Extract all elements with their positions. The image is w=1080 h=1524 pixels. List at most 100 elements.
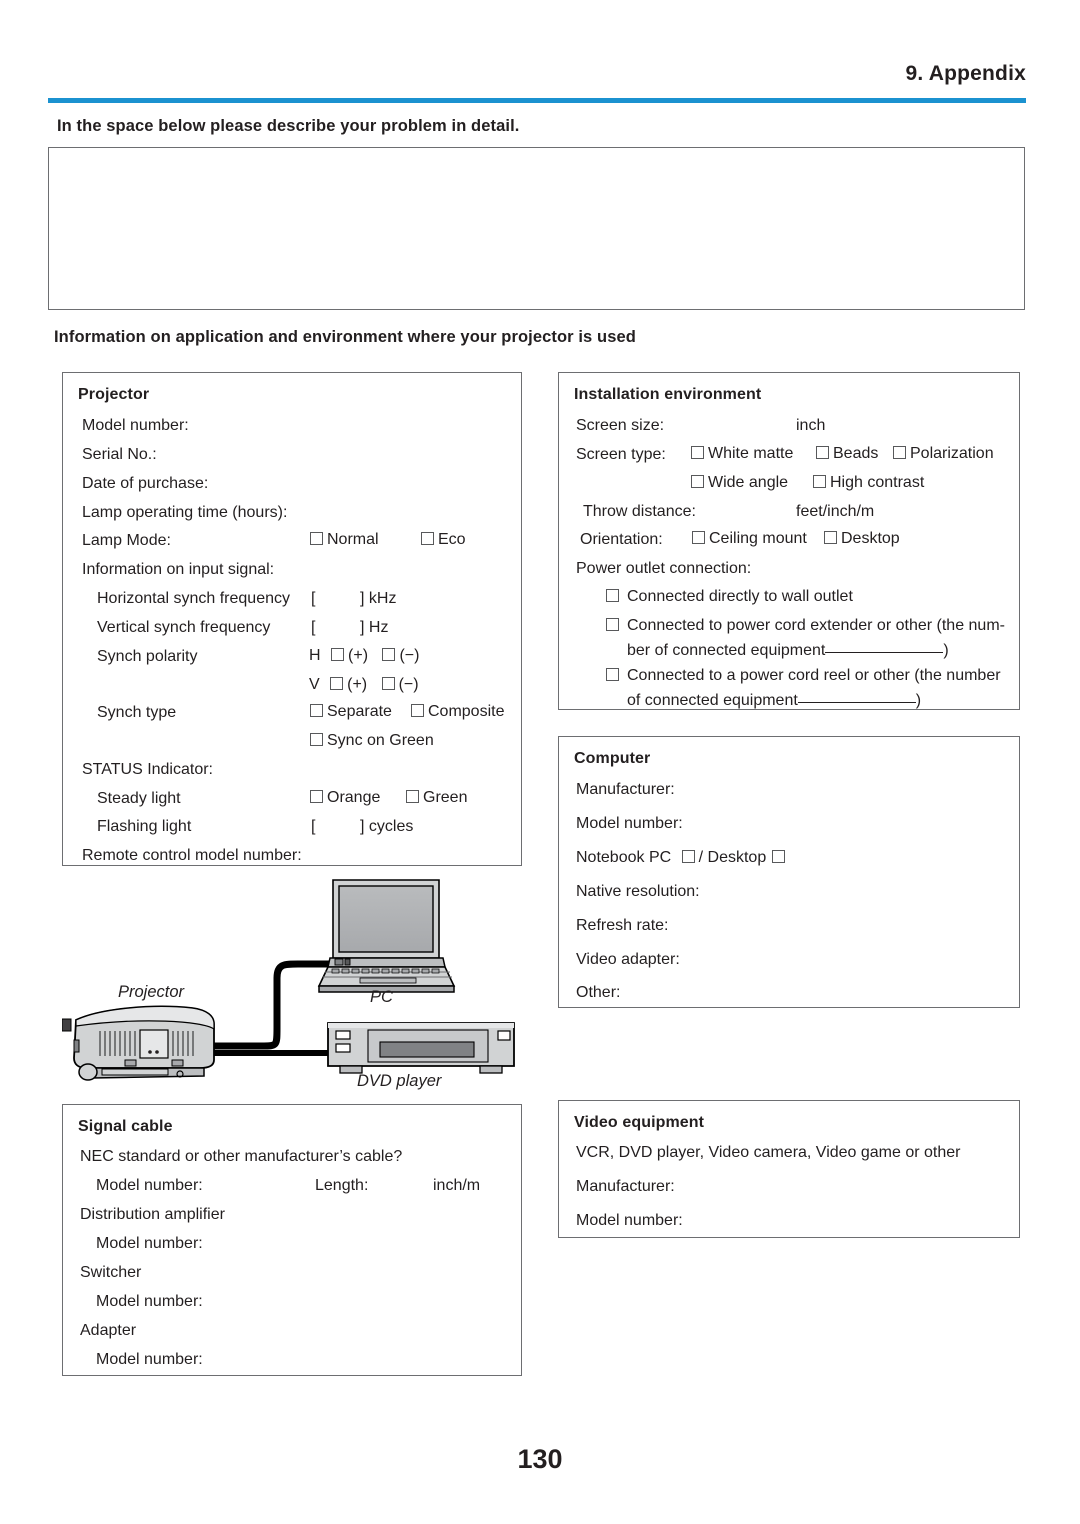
checkbox-icon[interactable] [310,790,323,803]
checkbox-icon[interactable] [421,532,434,545]
power-cord-reel-label-line2: of connected equipment [627,692,798,709]
projector-model-number-label: Model number: [82,417,189,434]
checkbox-icon[interactable] [331,648,345,661]
checkbox-icon[interactable] [606,589,619,602]
signal-cable-section: Signal cable NEC standard or other manuf… [62,1104,522,1376]
steady-light-green-checkbox[interactable]: Green [406,790,467,806]
checkbox-icon[interactable] [406,790,419,803]
projector-title: Projector [78,386,150,403]
lamp-mode-eco-checkbox[interactable]: Eco [421,532,466,548]
synch-type-sync-on-green-checkbox[interactable]: Sync on Green [310,733,434,749]
synch-type-label: Synch type [97,704,177,721]
checkbox-icon[interactable] [382,648,396,661]
computer-type-row[interactable]: Notebook PC / Desktop [576,850,789,866]
signal-model-number-3-label: Model number: [96,1293,203,1310]
checkbox-icon[interactable] [692,531,705,544]
checkbox-icon[interactable] [824,531,837,544]
signal-model-number-1-label: Model number: [96,1177,203,1194]
computer-title: Computer [574,750,651,767]
synch-type-composite-checkbox[interactable]: Composite [411,704,504,720]
status-indicator-label: STATUS Indicator: [82,761,213,778]
video-equipment-model-number-label: Model number: [576,1212,683,1229]
signal-cable-title: Signal cable [78,1118,173,1135]
orientation-desktop-checkbox[interactable]: Desktop [824,531,900,547]
desktop-label: / Desktop [698,849,767,866]
v-synch-unit: ] Hz [360,619,389,636]
signal-length-unit: inch/m [433,1177,481,1194]
orientation-ceiling-mount-checkbox[interactable]: Ceiling mount [692,531,807,547]
diagram-pc-label: PC [370,988,393,1006]
synch-polarity-label: Synch polarity [97,648,198,665]
screen-type-high-contrast-checkbox[interactable]: High contrast [813,475,924,491]
synch-polarity-h-row[interactable]: H (+) (−) [309,648,419,664]
problem-description-textarea[interactable] [48,147,1025,310]
power-wall-outlet-label: Connected directly to wall outlet [627,588,853,605]
synch-polarity-v-row[interactable]: V (+) (−) [309,677,419,693]
steady-light-orange-label: Orange [327,789,381,806]
flashing-light-label: Flashing light [97,818,192,835]
checkbox-icon[interactable] [310,704,323,717]
checkbox-icon[interactable] [772,850,786,863]
power-cord-extender-label-line1: Connected to power cord extender or othe… [627,617,1005,634]
v-synch-bracket: [ [311,619,316,636]
notebook-pc-label: Notebook PC [576,849,672,866]
screen-size-unit: inch [796,417,826,434]
h-synch-label: Horizontal synch frequency [97,590,290,607]
checkbox-icon[interactable] [310,733,323,746]
pc-laptop-illustration [317,879,456,993]
signal-model-number-2-label: Model number: [96,1235,203,1252]
checkbox-icon[interactable] [330,677,344,690]
power-cord-reel-checkbox[interactable]: Connected to a power cord reel or other … [606,668,1001,684]
screen-size-label: Screen size: [576,417,665,434]
throw-distance-unit: feet/inch/m [796,503,875,520]
checkbox-icon[interactable] [691,446,704,459]
steady-light-green-label: Green [423,789,468,806]
polarity-v-plus-label: (+) [347,676,368,693]
computer-refresh-rate-label: Refresh rate: [576,917,669,934]
synch-type-separate-checkbox[interactable]: Separate [310,704,392,720]
checkbox-icon[interactable] [606,668,619,681]
checkbox-icon[interactable] [411,704,424,717]
screen-type-wide-angle-checkbox[interactable]: Wide angle [691,475,788,491]
checkbox-icon[interactable] [691,475,704,488]
checkbox-icon[interactable] [606,618,619,631]
screen-type-label: Screen type: [576,446,666,463]
equipment-count-field[interactable] [797,702,916,703]
switcher-label: Switcher [80,1264,142,1281]
h-synch-bracket: [ [311,590,316,607]
h-synch-unit: ] kHz [360,590,397,607]
power-cord-extender-checkbox[interactable]: Connected to power cord extender or othe… [606,618,1005,634]
screen-type-high-contrast-label: High contrast [830,474,925,491]
projector-lamp-hours-label: Lamp operating time (hours): [82,504,288,521]
equipment-count-field[interactable] [825,652,944,653]
projector-lamp-mode-label: Lamp Mode: [82,532,171,549]
projector-date-of-purchase-label: Date of purchase: [82,475,209,492]
screen-type-wide-angle-label: Wide angle [708,474,789,491]
screen-type-polarization-checkbox[interactable]: Polarization [893,446,994,462]
computer-video-adapter-label: Video adapter: [576,951,680,968]
screen-type-white-matte-checkbox[interactable]: White matte [691,446,793,462]
power-wall-outlet-checkbox[interactable]: Connected directly to wall outlet [606,589,853,605]
checkbox-icon[interactable] [893,446,906,459]
checkbox-icon[interactable] [681,850,695,863]
problem-heading: In the space below please describe your … [57,117,520,135]
projector-section: Projector Model number: Serial No.: Date… [62,372,522,866]
checkbox-icon[interactable] [310,532,323,545]
orientation-label: Orientation: [580,531,663,548]
checkbox-icon[interactable] [816,446,829,459]
steady-light-orange-checkbox[interactable]: Orange [310,790,380,806]
info-section-heading: Information on application and environme… [54,328,636,346]
power-cord-extender-close-paren: ) [943,642,949,659]
checkbox-icon[interactable] [813,475,826,488]
connection-diagram-svg [62,879,515,1081]
dvd-player-illustration [327,1022,515,1074]
polarity-h-plus-label: (+) [348,647,369,664]
header-rule [48,98,1026,103]
checkbox-icon[interactable] [381,677,395,690]
lamp-mode-normal-checkbox[interactable]: Normal [310,532,379,548]
signal-model-number-4-label: Model number: [96,1351,203,1368]
polarity-h-minus-label: (−) [399,647,420,664]
screen-type-beads-checkbox[interactable]: Beads [816,446,878,462]
video-equipment-section: Video equipment VCR, DVD player, Video c… [558,1100,1020,1238]
distribution-amplifier-label: Distribution amplifier [80,1206,225,1223]
